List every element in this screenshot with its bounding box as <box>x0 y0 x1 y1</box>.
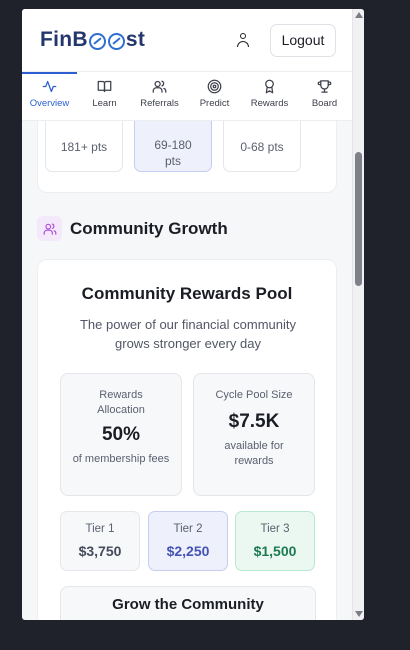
allocation-desc: of membership fees <box>72 453 170 465</box>
tier-name: Tier 1 <box>85 523 115 535</box>
users-icon <box>37 216 62 241</box>
target-icon <box>207 79 222 94</box>
allocation-label: Rewards Allocation <box>97 389 145 416</box>
cycle-label: Cycle Pool Size <box>215 389 293 401</box>
nav-label: Rewards <box>250 98 289 109</box>
nav-label: Learn <box>92 98 117 109</box>
nav-item-board[interactable]: Board <box>297 72 352 120</box>
trophy-icon <box>317 80 332 93</box>
activity-icon <box>42 80 57 93</box>
allocation-value: 50% <box>101 424 141 445</box>
tier-amount-2: Tier 2 $2,250 <box>148 511 228 571</box>
tier-amount: $3,750 <box>78 543 122 559</box>
tier-amount: $1,500 <box>253 543 297 559</box>
nav-label: Overview <box>29 98 70 109</box>
main-nav: Overview Learn Referrals Predict Rewards… <box>22 71 352 121</box>
tier-range-3: 0-68 pts <box>223 112 301 172</box>
tier-range-1: 181+ pts <box>45 112 123 172</box>
nav-label: Board <box>311 98 338 109</box>
grow-title: Grow the Community <box>112 596 264 613</box>
section-title: Community Growth <box>70 218 228 238</box>
nav-item-referrals[interactable]: Referrals <box>132 72 187 120</box>
logout-button[interactable]: Logout <box>270 23 336 57</box>
nav-item-rewards[interactable]: Rewards <box>242 72 297 120</box>
nav-label: Referrals <box>140 98 179 109</box>
nav-item-predict[interactable]: Predict <box>187 72 242 120</box>
tier-amount-1: Tier 1 $3,750 <box>60 511 140 571</box>
tier-amount: $2,250 <box>166 543 210 559</box>
tier-amount-3: Tier 3 $1,500 <box>235 511 315 571</box>
nav-item-overview[interactable]: Overview <box>22 72 77 120</box>
cycle-desc: available for rewards <box>224 440 284 467</box>
finboost-logo[interactable]: FinB st <box>40 28 145 52</box>
logo-suffix: st <box>125 28 146 51</box>
nav-label: Predict <box>199 98 230 109</box>
tier-range-2: 69-180 pts <box>134 112 212 172</box>
award-icon <box>265 79 274 94</box>
nav-item-learn[interactable]: Learn <box>77 72 132 120</box>
cycle-value: $7.5K <box>228 411 280 432</box>
allocation-stat: Rewards Allocation 50% of membership fee… <box>60 373 182 496</box>
logo-text: FinB <box>40 28 88 51</box>
scrollbar-thumb[interactable] <box>355 152 362 286</box>
tier-name: Tier 3 <box>260 523 290 535</box>
user-icon[interactable] <box>236 33 250 47</box>
scroll-down-arrow-icon[interactable] <box>355 611 363 617</box>
book-open-icon <box>97 80 112 93</box>
grow-community-card: Grow the Community <box>60 586 316 620</box>
logo-coin-icon <box>107 32 125 50</box>
app-window: 181+ pts 69-180 pts 0-68 pts Community G… <box>22 9 364 620</box>
cycle-pool-stat: Cycle Pool Size $7.5K available for rewa… <box>193 373 315 496</box>
scroll-up-arrow-icon[interactable] <box>355 12 363 18</box>
pool-subtitle: The power of our financial community gro… <box>79 317 297 351</box>
rewards-pool-card: Community Rewards Pool The power of our … <box>37 259 337 620</box>
tier-name: Tier 2 <box>173 523 203 535</box>
scrollbar[interactable] <box>352 9 364 620</box>
section-heading: Community Growth <box>37 216 228 241</box>
app-header: FinB st Logout <box>22 9 352 71</box>
pool-title: Community Rewards Pool <box>81 284 293 303</box>
page-content: 181+ pts 69-180 pts 0-68 pts Community G… <box>22 9 352 620</box>
users-icon <box>152 80 167 93</box>
logo-coin-icon <box>88 32 106 50</box>
